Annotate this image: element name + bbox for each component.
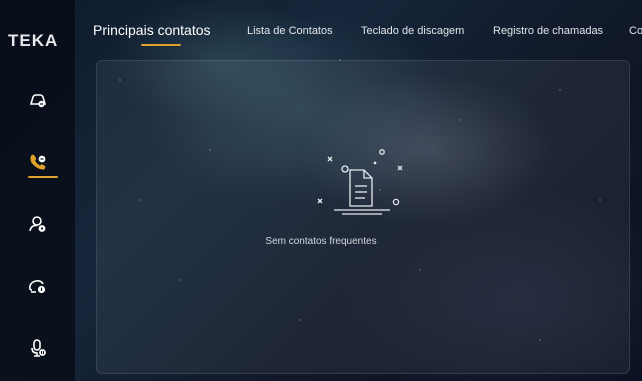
tab-lista-de-contatos[interactable]: Lista de Contatos: [247, 25, 333, 37]
active-nav-indicator: [28, 176, 58, 178]
active-tab-indicator: [141, 44, 181, 46]
empty-document-icon: [317, 149, 403, 215]
tab-truncated[interactable]: Co: [629, 25, 642, 37]
car-connect-icon: [29, 94, 46, 108]
tab-registro-de-chamadas[interactable]: Registro de chamadas: [493, 25, 603, 37]
music-cloud-icon: [28, 280, 45, 294]
sidebar-item-music[interactable]: [0, 264, 75, 308]
user-settings-icon: [28, 216, 45, 232]
empty-state-message: Sem contatos frequentes: [265, 236, 377, 247]
phone-icon: [30, 154, 45, 170]
teka-logo: TEKA: [8, 31, 59, 50]
sidebar-item-voice[interactable]: [0, 326, 75, 370]
tab-teclado-de-discagem[interactable]: Teclado de discagem: [361, 25, 464, 37]
sidebar-item-car[interactable]: [0, 78, 75, 122]
tab-principais-contatos[interactable]: Principais contatos: [93, 22, 211, 38]
tab-bar: Principais contatos Lista de Contatos Te…: [75, 0, 642, 56]
sidebar: TEKA: [0, 0, 75, 381]
voice-assistant-icon: [30, 339, 46, 357]
